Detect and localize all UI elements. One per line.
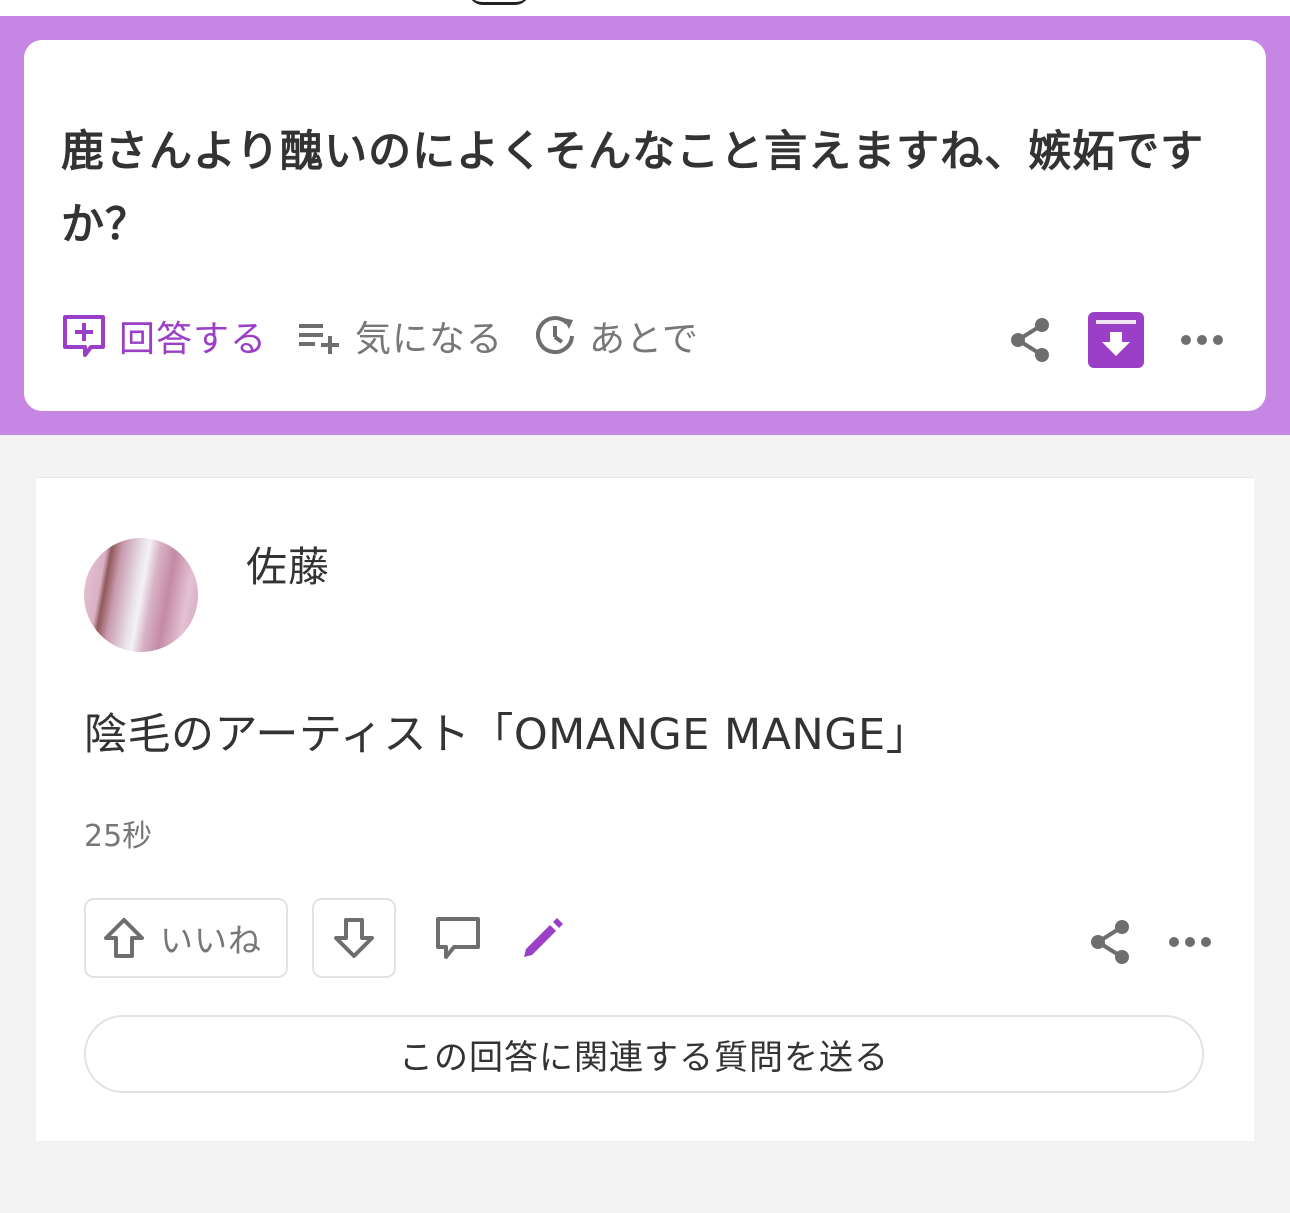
question-title[interactable]: 鹿さんより醜いのによくそんなこと言えますね、嫉妬ですか？ bbox=[61, 116, 1241, 262]
answer-body: 陰毛のアーティスト「OMANGE MANGE」 bbox=[84, 710, 930, 760]
downvote-button[interactable] bbox=[312, 898, 396, 978]
later-label: あとで bbox=[589, 319, 699, 360]
answer-plus-icon bbox=[63, 315, 105, 357]
question-right-actions bbox=[972, 312, 1224, 368]
related-question-button[interactable]: この回答に関連する質問を送る bbox=[84, 1015, 1204, 1093]
answer-more-button[interactable] bbox=[1168, 936, 1212, 948]
top-strip bbox=[0, 0, 1290, 16]
share-icon bbox=[1011, 318, 1049, 362]
upvote-label: いいね bbox=[160, 921, 262, 960]
edit-button[interactable] bbox=[520, 915, 566, 961]
question-share-button[interactable] bbox=[1008, 316, 1052, 364]
answer-share-button[interactable] bbox=[1088, 918, 1132, 966]
avatar[interactable] bbox=[84, 538, 198, 652]
share-icon bbox=[1091, 920, 1129, 964]
follow-button[interactable]: 気になる bbox=[297, 310, 503, 362]
later-button[interactable]: あとで bbox=[533, 310, 699, 362]
follow-label: 気になる bbox=[355, 319, 504, 360]
comment-button[interactable] bbox=[434, 915, 482, 961]
answer-actions: いいね bbox=[84, 898, 566, 978]
more-icon bbox=[1169, 937, 1211, 947]
answer-button[interactable]: 回答する bbox=[61, 310, 267, 362]
archive-button[interactable] bbox=[1088, 312, 1144, 368]
answer-right-actions bbox=[1052, 918, 1212, 966]
upvote-button[interactable]: いいね bbox=[84, 898, 288, 978]
answer-card: 佐藤 陰毛のアーティスト「OMANGE MANGE」 25秒 いいね この回答に… bbox=[36, 477, 1254, 1141]
edit-pencil-icon bbox=[524, 918, 563, 957]
answer-label: 回答する bbox=[119, 319, 268, 360]
more-icon bbox=[1181, 335, 1223, 345]
question-card: 鹿さんより醜いのによくそんなこと言えますね、嫉妬ですか？ 回答する 気になる あ… bbox=[24, 40, 1266, 411]
question-band: 鹿さんより醜いのによくそんなこと言えますね、嫉妬ですか？ 回答する 気になる あ… bbox=[0, 16, 1290, 435]
question-more-button[interactable] bbox=[1180, 334, 1224, 346]
downvote-arrow-icon bbox=[334, 918, 374, 958]
follow-list-icon bbox=[299, 324, 340, 354]
question-actions: 回答する 気になる あとで bbox=[61, 308, 729, 364]
comment-icon bbox=[436, 917, 480, 959]
later-clock-icon bbox=[536, 316, 575, 354]
archive-icon bbox=[1088, 312, 1144, 368]
upvote-arrow-icon bbox=[104, 918, 144, 958]
answer-timestamp: 25秒 bbox=[84, 819, 153, 854]
top-arc-decoration bbox=[468, 0, 530, 5]
author-name[interactable]: 佐藤 bbox=[246, 533, 330, 593]
